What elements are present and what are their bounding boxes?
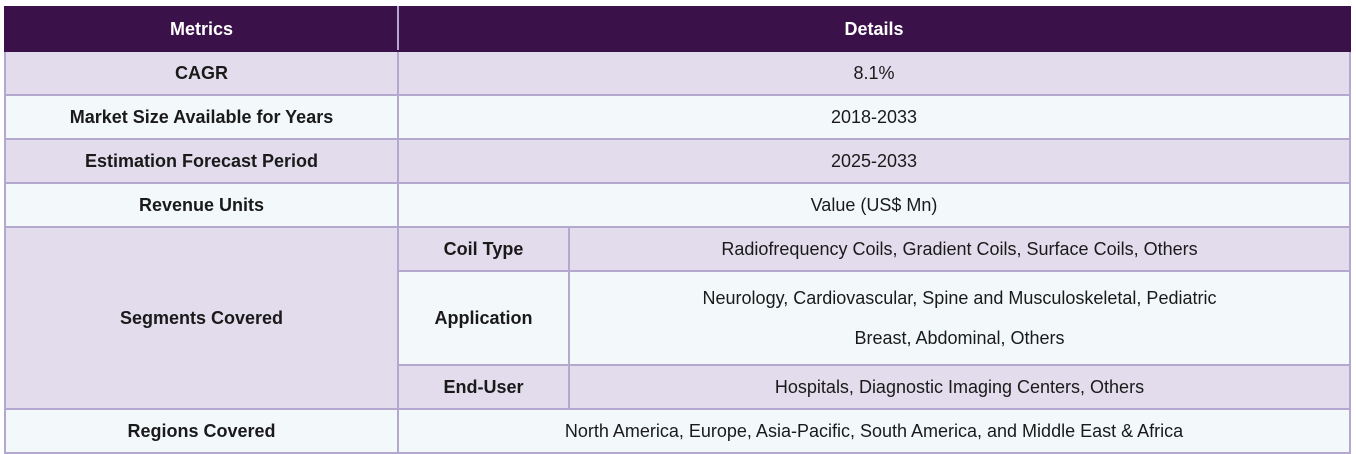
row-label-cagr: CAGR xyxy=(4,50,399,96)
segment-value-end-user: Hospitals, Diagnostic Imaging Centers, O… xyxy=(568,364,1351,410)
table-row: Revenue Units Value (US$ Mn) xyxy=(4,182,1351,228)
segment-name-application: Application xyxy=(397,270,570,366)
row-label-regions: Regions Covered xyxy=(4,408,399,454)
table-row: Estimation Forecast Period 2025-2033 xyxy=(4,138,1351,184)
table-row: Market Size Available for Years 2018-203… xyxy=(4,94,1351,140)
table-row: Segments Covered Coil Type Radiofrequenc… xyxy=(4,226,1351,410)
table-row: CAGR 8.1% xyxy=(4,50,1351,96)
segments-covered-label: Segments Covered xyxy=(4,226,399,410)
row-value-cagr: 8.1% xyxy=(397,50,1351,96)
header-details: Details xyxy=(397,6,1351,52)
market-metrics-table: Metrics Details CAGR 8.1% Market Size Av… xyxy=(4,6,1351,454)
segment-value-application-line2: Breast, Abdominal, Others xyxy=(854,328,1065,348)
segment-value-application-line1: Neurology, Cardiovascular, Spine and Mus… xyxy=(702,288,1217,308)
table-row: Regions Covered North America, Europe, A… xyxy=(4,408,1351,454)
row-value-regions: North America, Europe, Asia-Pacific, Sou… xyxy=(397,408,1351,454)
row-value-forecast-period: 2025-2033 xyxy=(397,138,1351,184)
row-label-revenue-units: Revenue Units xyxy=(4,182,399,228)
row-label-forecast-period: Estimation Forecast Period xyxy=(4,138,399,184)
segment-name-end-user: End-User xyxy=(397,364,570,410)
row-value-market-size: 2018-2033 xyxy=(397,94,1351,140)
segment-value-coil-type: Radiofrequency Coils, Gradient Coils, Su… xyxy=(568,226,1351,272)
segment-value-application: Neurology, Cardiovascular, Spine and Mus… xyxy=(568,270,1351,366)
segment-name-coil-type: Coil Type xyxy=(397,226,570,272)
row-value-revenue-units: Value (US$ Mn) xyxy=(397,182,1351,228)
header-metrics: Metrics xyxy=(4,6,399,52)
row-label-market-size: Market Size Available for Years xyxy=(4,94,399,140)
table-header-row: Metrics Details xyxy=(4,6,1351,52)
